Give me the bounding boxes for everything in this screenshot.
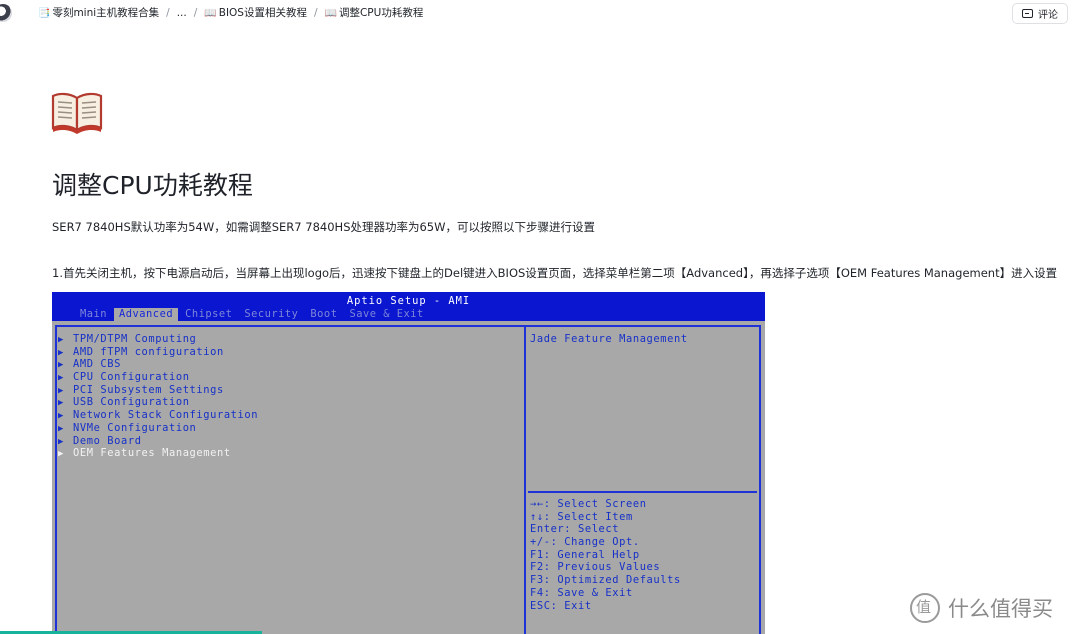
bios-menu-item-label: OEM Features Management	[73, 447, 231, 460]
bios-tab-advanced: Advanced	[114, 308, 179, 321]
arrow-right-icon: ▶	[58, 335, 65, 345]
bios-tab-bar: Main Advanced Chipset Security Boot Save & Ex…	[75, 308, 431, 321]
bios-key-help: ↑↓: Select Item	[530, 510, 633, 523]
bios-screenshot: Aptio Setup - AMI Main Advanced Chipset Sec…	[52, 292, 765, 634]
breadcrumb-separator: /	[313, 7, 318, 19]
document-icon: 📑	[38, 8, 51, 19]
bios-menu-item: ▶ PCI Subsystem Settings	[58, 384, 258, 397]
smzdm-logo-icon	[910, 593, 940, 623]
breadcrumb-item-bios-tutorials[interactable]: 📖 BIOS设置相关教程	[204, 5, 307, 20]
bios-menu: ▶ TPM/DTPM Computing ▶ AMD fTPM configurat…	[58, 333, 258, 460]
breadcrumb-separator: /	[166, 7, 170, 19]
bios-menu-item: ▶ NVMe Configuration	[58, 422, 258, 435]
bios-key-help: +/-: Change Opt.	[530, 536, 640, 549]
breadcrumb-label: 调整CPU功耗教程	[338, 7, 424, 19]
book-icon: 📖	[204, 8, 217, 19]
book-icon: 📖	[324, 8, 337, 19]
bios-menu-item-label: NVMe Configuration	[73, 421, 197, 434]
comment-button[interactable]: 评论	[1012, 3, 1068, 24]
watermark-text: 什么值得买	[948, 597, 1053, 621]
top-bar: 📑 零刻mini主机教程合集 /... / 📖 BIOS设置相关教程 / 📖 调整CPU功耗教程…	[0, 0, 1080, 28]
page-title: 调整CPU功耗教程	[52, 171, 253, 200]
comment-button-label: 评论	[1038, 10, 1058, 21]
bios-menu-item-label: AMD fTPM configuration	[73, 345, 224, 358]
bios-menu-item-label: Network Stack Configuration	[73, 409, 259, 422]
bios-key-help: F2: Previous Values	[530, 561, 661, 574]
bios-title: Aptio Setup - AMI	[346, 295, 471, 307]
bios-help-divider	[528, 491, 757, 493]
bios-menu-item-label: CPU Configuration	[73, 371, 190, 384]
arrow-right-icon: ▶	[58, 449, 65, 460]
arrow-right-icon: ▶	[58, 411, 65, 422]
breadcrumb-label: 零刻mini主机教程合集	[52, 7, 160, 19]
bios-tab-save-exit: Save & Exit	[349, 308, 424, 320]
step-1-paragraph: 1.首先关闭主机，按下电源启动后，当屏幕上出现logo后，迅速按下键盘上的Del…	[52, 266, 1058, 280]
bios-menu-item: ▶ TPM/DTPM Computing	[58, 333, 258, 346]
bios-help-text: Jade Feature Management	[530, 333, 688, 345]
breadcrumb-separator: /	[193, 7, 198, 19]
bios-tab-main: Main	[80, 308, 108, 320]
bios-tab-boot: Boot	[310, 308, 338, 320]
comment-icon	[1022, 9, 1033, 18]
bios-tab-chipset: Chipset	[185, 308, 233, 320]
bios-key-help: →←: Select Screen	[530, 498, 647, 510]
bios-menu-item-selected: ▶ OEM Features Management	[58, 447, 258, 460]
bios-key-help: F1: General Help	[530, 548, 640, 561]
bios-divider	[524, 325, 526, 634]
bios-tab-security: Security	[244, 308, 299, 320]
bios-menu-item: ▶ AMD fTPM configuration	[58, 346, 258, 359]
avatar[interactable]	[0, 4, 12, 22]
bios-key-help: F4: Save & Exit	[530, 586, 633, 599]
book-icon	[51, 92, 103, 134]
bios-menu-item: ▶ AMD CBS	[58, 358, 258, 371]
breadcrumb-label: BIOS设置相关教程	[218, 7, 307, 19]
breadcrumb: 📑 零刻mini主机教程合集 /... / 📖 BIOS设置相关教程 / 📖 调整CPU功耗教程	[38, 5, 423, 20]
breadcrumb-item-tutorial-collection[interactable]: 📑 零刻mini主机教程合集	[38, 5, 159, 20]
breadcrumb-item-ellipsis[interactable]: ...	[177, 7, 187, 19]
bios-header: Aptio Setup - AMI Main Advanced Chipset Sec…	[52, 292, 765, 321]
bios-menu-item-label: TPM/DTPM Computing	[73, 333, 197, 345]
arrow-right-icon: ▶	[58, 423, 65, 434]
bios-menu-item: ▶ USB Configuration	[58, 396, 258, 409]
breadcrumb-item-current[interactable]: 📖 调整CPU功耗教程	[325, 5, 424, 20]
bios-key-help: F3: Optimized Defaults	[530, 574, 681, 587]
bios-menu-item-label: Demo Board	[73, 434, 142, 447]
bios-menu-item: ▶ CPU Configuration	[58, 371, 258, 384]
bios-key-help: Enter: Select	[530, 523, 620, 536]
watermark: 什么值得买	[910, 592, 1053, 624]
bios-menu-item-label: AMD CBS	[73, 358, 121, 371]
bios-menu-item-label: PCI Subsystem Settings	[73, 383, 224, 396]
bios-menu-item-label: USB Configuration	[73, 396, 190, 409]
intro-paragraph: SER7 7840HS默认功率为54W，如需调整SER7 7840HS处理器功率…	[52, 220, 595, 234]
arrow-right-icon: ▶	[58, 373, 65, 384]
bios-key-legend: →←: Select Screen ↑↓: Select Item Enter:…	[530, 498, 681, 612]
bios-key-help: ESC: Exit	[530, 599, 592, 612]
bios-menu-item: ▶ Demo Board	[58, 435, 258, 448]
bios-menu-item: ▶ Network Stack Configuration	[58, 409, 258, 422]
